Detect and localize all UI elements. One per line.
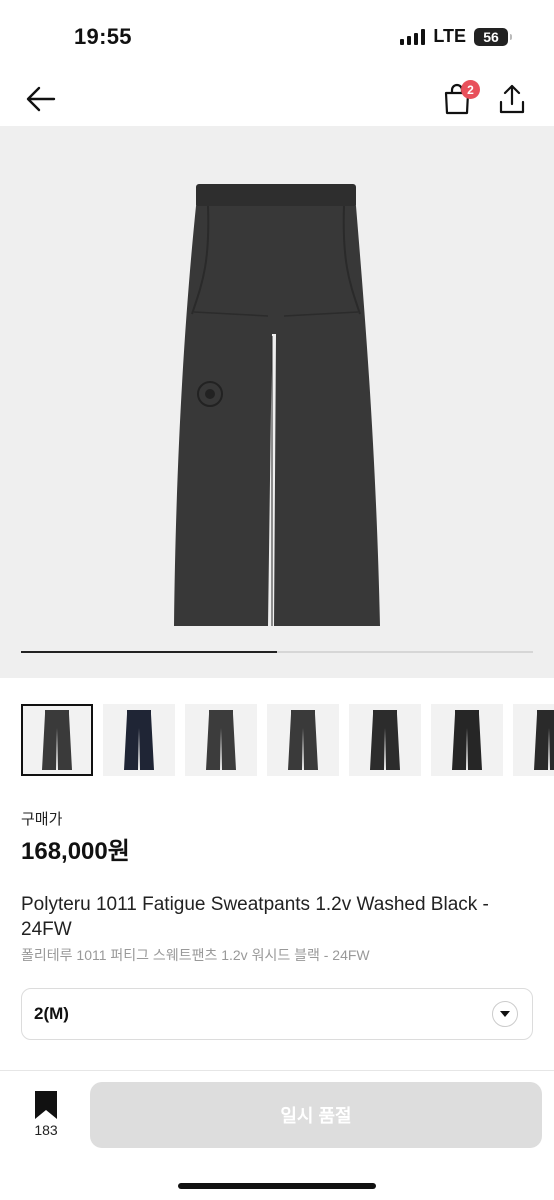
product-thumbnail[interactable] [267, 704, 339, 776]
product-thumbnail[interactable] [21, 704, 93, 776]
thumbnail-image [124, 710, 154, 770]
bottom-bar-divider [0, 1070, 554, 1071]
bookmark-button[interactable]: 183 [26, 1090, 66, 1140]
price-value: 168,000원 [21, 838, 130, 865]
size-select-value: 2(M) [34, 1004, 69, 1023]
chevron-down-icon [492, 1001, 518, 1027]
status-bar: 19:55 LTE 56 [0, 0, 554, 72]
product-subtitle: 폴리테루 1011 퍼티그 스웨트팬츠 1.2v 워시드 블랙 - 24FW [21, 947, 370, 963]
cart-count-badge: 2 [461, 80, 480, 99]
product-image [174, 184, 380, 626]
thumbnail-strip [21, 704, 554, 778]
product-thumbnail[interactable] [431, 704, 503, 776]
gallery-progress-bar [21, 651, 533, 653]
status-indicators: LTE 56 [400, 26, 512, 47]
price-label: 구매가 [21, 811, 63, 828]
bookmark-count: 183 [34, 1122, 58, 1138]
status-time: 19:55 [74, 24, 132, 49]
product-thumbnail[interactable] [185, 704, 257, 776]
product-thumbnail[interactable] [103, 704, 175, 776]
thumbnail-image [534, 710, 554, 770]
gallery-progress-fill [21, 651, 277, 653]
battery-level: 56 [483, 28, 499, 45]
battery-icon: 56 [474, 27, 512, 46]
thumbnail-image [288, 710, 318, 770]
product-thumbnail[interactable] [513, 704, 554, 776]
thumbnail-image [370, 710, 400, 770]
product-thumbnail[interactable] [349, 704, 421, 776]
signal-icon [400, 28, 426, 45]
size-select[interactable]: 2(M) [21, 988, 533, 1040]
thumbnail-image [452, 710, 482, 770]
product-title: Polyteru 1011 Fatigue Sweatpants 1.2v Wa… [21, 894, 489, 940]
bookmark-icon [35, 1091, 57, 1119]
thumbnail-image [206, 710, 236, 770]
home-indicator [178, 1183, 376, 1189]
sold-out-label: 일시 품절 [280, 1106, 352, 1126]
back-arrow-icon[interactable] [24, 82, 58, 116]
sold-out-button[interactable]: 일시 품절 [90, 1082, 542, 1148]
network-label: LTE [433, 26, 466, 46]
share-icon[interactable] [496, 82, 528, 116]
product-image-gallery[interactable] [0, 126, 554, 678]
thumbnail-image [42, 710, 72, 770]
nav-bar: 2 [0, 72, 554, 126]
